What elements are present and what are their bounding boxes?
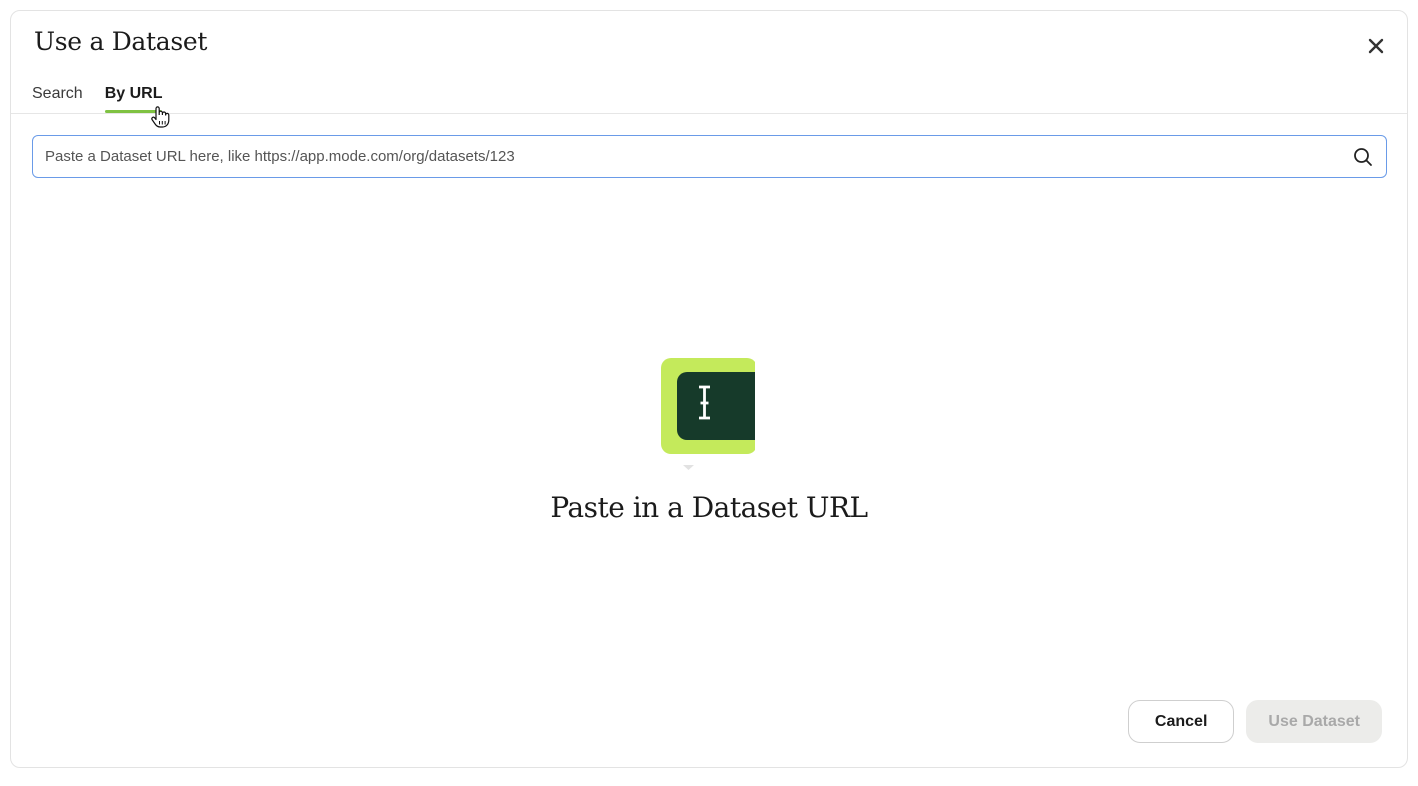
dataset-url-input[interactable] bbox=[33, 137, 1352, 176]
tab-bar: Search By URL bbox=[32, 83, 162, 113]
dialog-footer: Cancel Use Dataset bbox=[1127, 700, 1382, 743]
use-dataset-button[interactable]: Use Dataset bbox=[1246, 700, 1382, 743]
tab-divider bbox=[11, 113, 1407, 114]
pointer-hand-icon bbox=[148, 104, 174, 130]
cancel-button[interactable]: Cancel bbox=[1127, 700, 1235, 743]
text-cursor-icon bbox=[659, 356, 759, 471]
dialog-title: Use a Dataset bbox=[34, 27, 208, 56]
empty-state-title: Paste in a Dataset URL bbox=[550, 491, 868, 524]
close-icon bbox=[1368, 38, 1384, 54]
dataset-url-field[interactable] bbox=[32, 135, 1387, 178]
search-icon[interactable] bbox=[1352, 146, 1374, 168]
tab-search[interactable]: Search bbox=[32, 83, 83, 113]
close-button[interactable] bbox=[1365, 35, 1387, 57]
use-dataset-dialog: Use a Dataset Search By URL Paste in bbox=[10, 10, 1408, 768]
